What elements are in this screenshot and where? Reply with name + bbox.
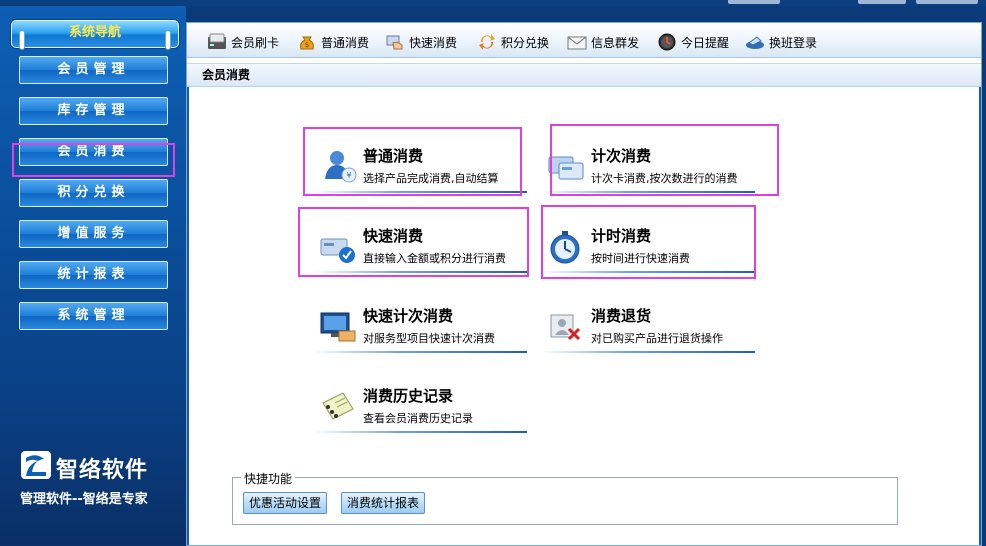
toolbar-member-swipe-card[interactable]: 会员刷卡 bbox=[207, 32, 279, 52]
card-consumption-history[interactable]: 消费历史记录 查看会员消费历史记录 bbox=[309, 371, 527, 433]
svg-text:¥: ¥ bbox=[346, 171, 351, 180]
toolbar-shift-login[interactable]: 换班登录 bbox=[745, 32, 817, 52]
card-underline bbox=[313, 191, 527, 193]
card-description: 按时间进行快速消费 bbox=[591, 252, 690, 265]
card-title: 计次消费 bbox=[591, 147, 652, 165]
notebook-icon bbox=[322, 392, 354, 420]
card-description: 直接输入金额或积分进行消费 bbox=[363, 252, 506, 265]
toolbar: 会员刷卡 $ 普通消费 快速消费 积分兑换 信息群发 今日提醒 换班登录 bbox=[187, 23, 981, 58]
return-icon bbox=[550, 314, 581, 341]
card-underline bbox=[541, 271, 755, 273]
svg-text:$: $ bbox=[305, 41, 309, 49]
toolbar-normal-consumption[interactable]: $ 普通消费 bbox=[297, 32, 369, 52]
card-title: 消费历史记录 bbox=[363, 387, 454, 405]
card-underline bbox=[313, 271, 527, 273]
shortcut-legend: 快捷功能 bbox=[241, 470, 296, 487]
toolbar-points-exchange[interactable]: 积分兑换 bbox=[477, 32, 549, 52]
card-fast-consumption[interactable]: 快速消费 直接输入金额或积分进行消费 bbox=[309, 211, 527, 273]
clock-icon bbox=[658, 33, 676, 51]
shift-login-icon bbox=[746, 36, 764, 49]
card-description: 查看会员消费历史记录 bbox=[363, 412, 473, 425]
pin-icon bbox=[166, 31, 170, 49]
card-underline bbox=[541, 351, 755, 353]
sidebar-item-member-consumption[interactable]: 会员消费 bbox=[19, 138, 168, 166]
card-title: 消费退货 bbox=[591, 307, 652, 325]
sidebar-item-statistics-reports[interactable]: 统计报表 bbox=[19, 261, 168, 289]
shortcut-group: 快捷功能 优惠活动设置 消费统计报表 bbox=[232, 470, 898, 525]
top-button[interactable] bbox=[916, 0, 978, 4]
card-title: 快速计次消费 bbox=[363, 307, 454, 325]
discount-activity-settings-button[interactable]: 优惠活动设置 bbox=[243, 492, 328, 514]
card-title: 计时消费 bbox=[591, 227, 652, 245]
stopwatch-icon bbox=[550, 231, 580, 264]
top-button[interactable] bbox=[858, 0, 906, 4]
card-normal-consumption[interactable]: ¥ 普通消费 选择产品完成消费,自动结算 bbox=[309, 131, 527, 193]
card-title: 快速消费 bbox=[363, 227, 424, 245]
card-consumption-return[interactable]: 消费退货 对已购买产品进行退货操作 bbox=[537, 291, 755, 353]
money-bag-icon: $ bbox=[300, 36, 314, 50]
sidebar: 系统导航 会员管理 库存管理 会员消费 积分兑换 增值服务 统计报表 系统管理 … bbox=[0, 6, 186, 546]
card-description: 对已购买产品进行退货操作 bbox=[591, 332, 723, 345]
card-fast-count-consumption[interactable]: 快速计次消费 对服务型项目快速计次消费 bbox=[309, 291, 527, 353]
customer-icon: ¥ bbox=[325, 151, 357, 183]
sidebar-item-points-exchange[interactable]: 积分兑换 bbox=[19, 179, 168, 207]
exchange-arrows-icon bbox=[479, 34, 495, 50]
sidebar-item-value-added-services[interactable]: 增值服务 bbox=[19, 220, 168, 248]
consumption-statistics-report-button[interactable]: 消费统计报表 bbox=[341, 492, 426, 514]
card-underline bbox=[541, 191, 755, 193]
monitor-icon bbox=[320, 312, 356, 342]
sidebar-item-inventory-management[interactable]: 库存管理 bbox=[19, 97, 168, 125]
card-reader-icon bbox=[208, 33, 226, 49]
sidebar-item-system-management[interactable]: 系统管理 bbox=[19, 302, 168, 330]
toolbar-message-broadcast[interactable]: 信息群发 bbox=[567, 32, 639, 52]
nav-title-label: 系统导航 bbox=[68, 25, 121, 40]
card-description: 选择产品完成消费,自动结算 bbox=[363, 172, 499, 185]
main-panel: 会员刷卡 $ 普通消费 快速消费 积分兑换 信息群发 今日提醒 换班登录 会员消… bbox=[186, 22, 982, 546]
company-logo: 智络软件 管理软件--智络是专家 bbox=[20, 450, 180, 510]
logo-slogan: 管理软件--智络是专家 bbox=[20, 492, 148, 507]
card-description: 计次卡消费,按次数进行的消费 bbox=[591, 172, 738, 185]
card-count-consumption[interactable]: 计次消费 计次卡消费,按次数进行的消费 bbox=[537, 131, 755, 193]
card-timed-consumption[interactable]: 计时消费 按时间进行快速消费 bbox=[537, 211, 755, 273]
content-area: ¥ 普通消费 选择产品完成消费,自动结算 计次消费 计次卡消费,按次数进行的消费 bbox=[187, 87, 981, 545]
section-title: 会员消费 bbox=[187, 63, 981, 87]
nav-title: 系统导航 bbox=[11, 20, 179, 49]
pin-icon bbox=[20, 31, 24, 49]
cards-icon bbox=[548, 156, 584, 180]
card-underline bbox=[313, 431, 527, 433]
card-title: 普通消费 bbox=[363, 147, 424, 165]
envelope-icon bbox=[567, 36, 587, 50]
top-button[interactable] bbox=[728, 0, 780, 4]
card-description: 对服务型项目快速计次消费 bbox=[363, 332, 495, 345]
quick-card-icon bbox=[320, 238, 355, 263]
toolbar-fast-consumption[interactable]: 快速消费 bbox=[385, 32, 457, 52]
sidebar-item-member-management[interactable]: 会员管理 bbox=[19, 56, 168, 84]
logo-name: 智络软件 bbox=[56, 458, 149, 483]
logo-mark-icon bbox=[21, 451, 51, 479]
fast-hand-icon bbox=[386, 35, 403, 50]
card-underline bbox=[313, 351, 527, 353]
toolbar-today-reminder[interactable]: 今日提醒 bbox=[657, 32, 729, 52]
